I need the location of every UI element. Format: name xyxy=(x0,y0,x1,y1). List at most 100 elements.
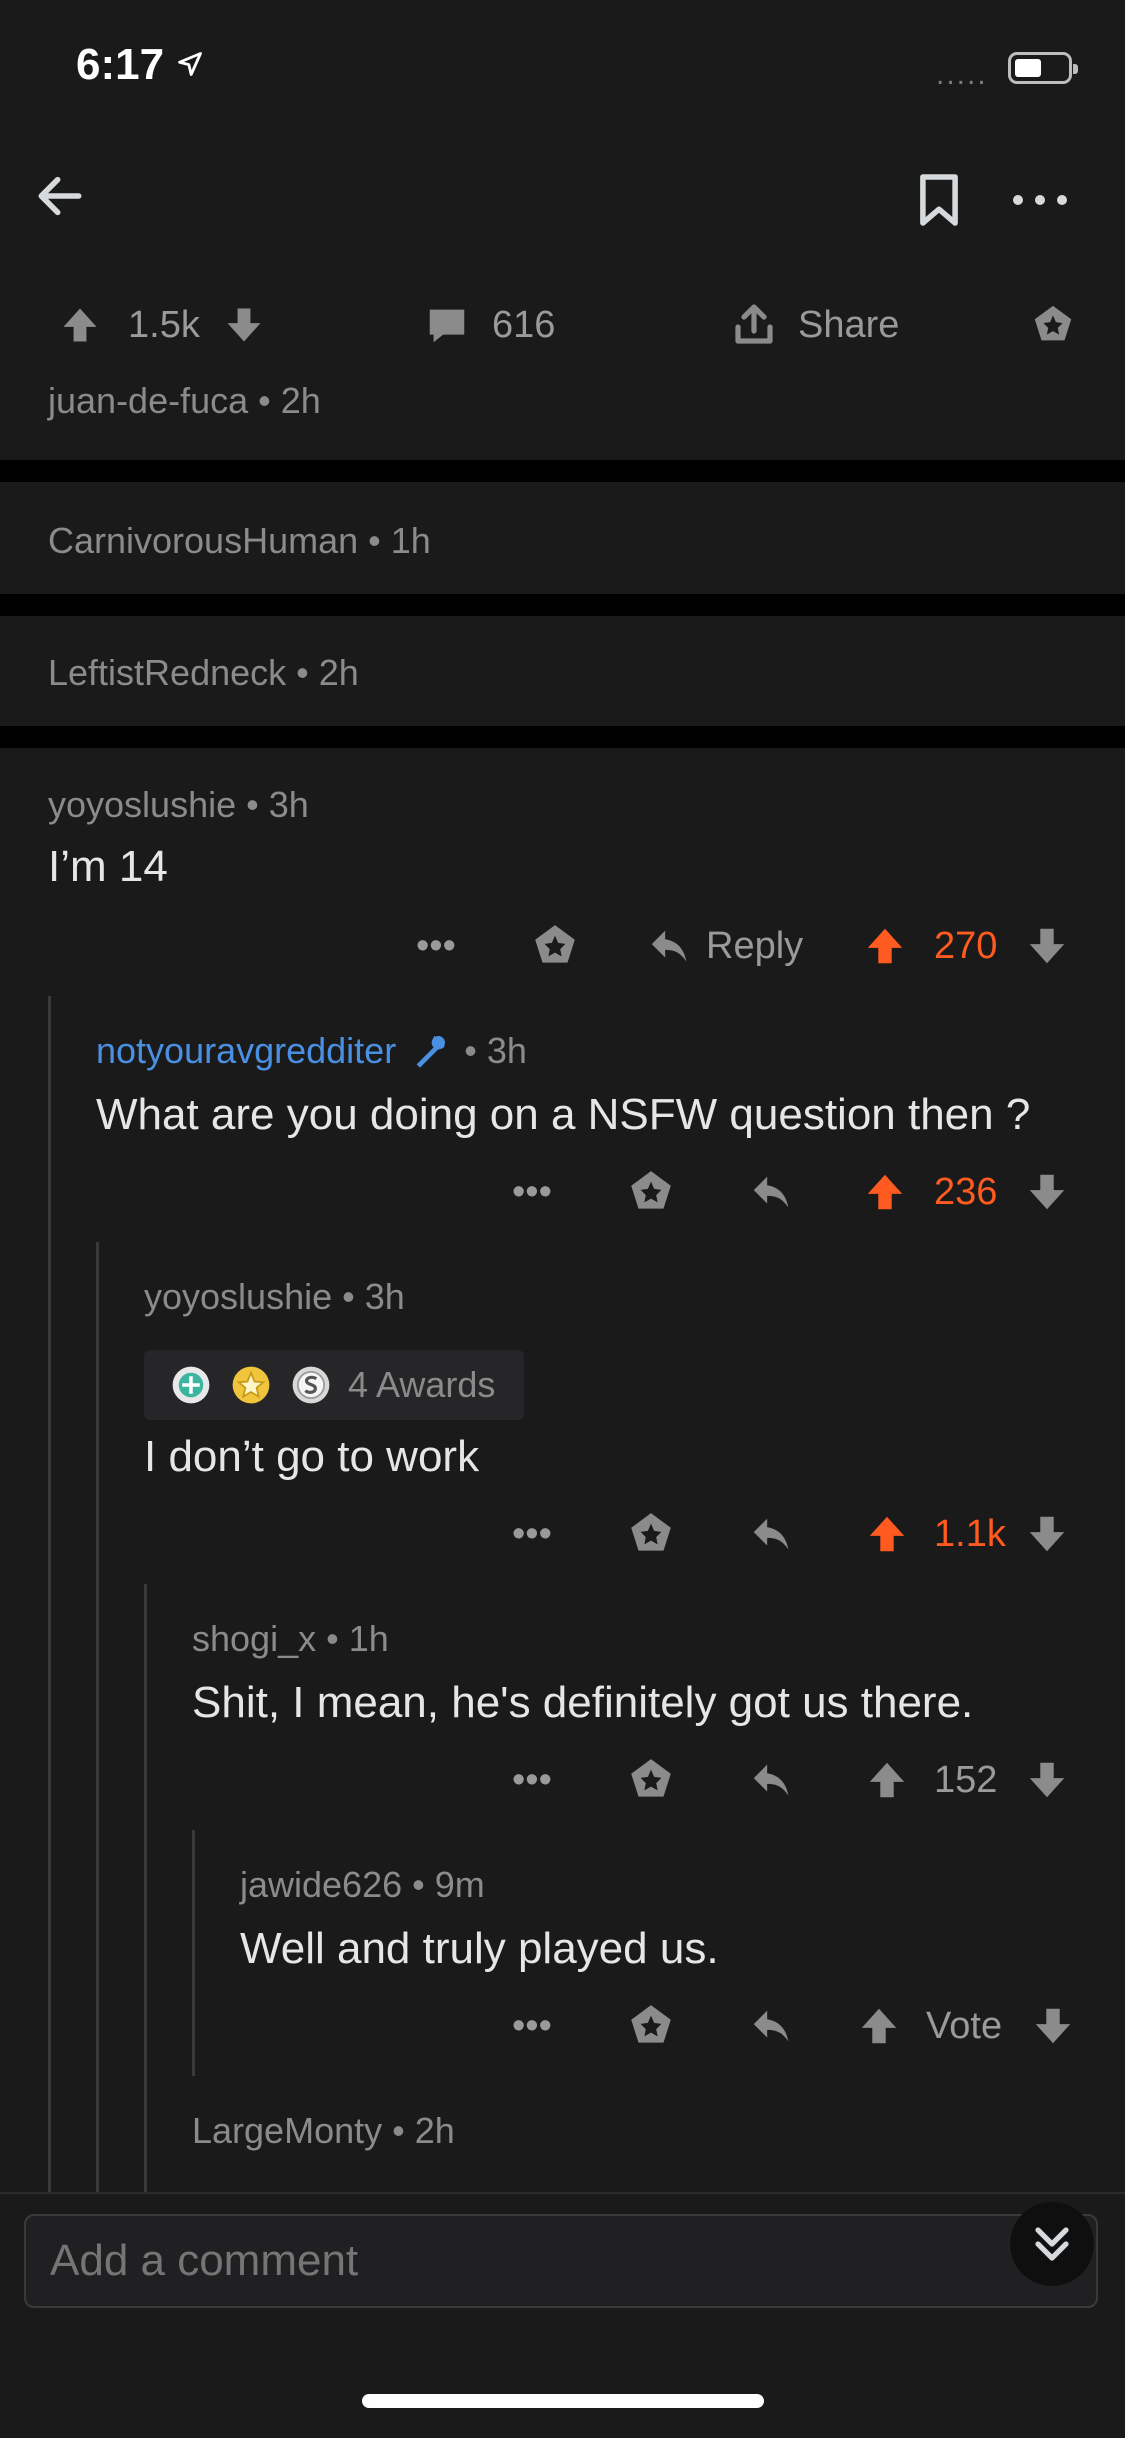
author-name: notyouravgredditer xyxy=(96,1030,397,1071)
comment-downvote-button[interactable] xyxy=(1024,1740,1070,1820)
comment-score: 270 xyxy=(934,924,998,967)
comment-author-meta[interactable]: jawide626 • 9m xyxy=(240,1864,485,1906)
reply-button[interactable]: Reply xyxy=(646,906,803,986)
comment-more-button[interactable]: ••• xyxy=(512,1494,552,1574)
helpful-award-icon xyxy=(172,1366,210,1404)
post-action-bar: 1.5k 616 Share xyxy=(0,280,1125,370)
comment-body: I’m 14 xyxy=(48,842,168,891)
comment-actions: ••• Vote xyxy=(0,1986,1125,2066)
reply-label: Reply xyxy=(706,924,804,967)
comment-upvote-button[interactable] xyxy=(862,1152,908,1232)
more-horizontal-icon xyxy=(1013,195,1067,205)
wrench-flair-icon xyxy=(416,1036,446,1068)
battery-icon xyxy=(1008,52,1078,84)
comment-more-button[interactable]: ••• xyxy=(512,1986,552,2066)
reply-arrow-icon xyxy=(753,1518,789,1550)
reply-button[interactable] xyxy=(748,1986,794,2066)
comment-more-button[interactable]: ••• xyxy=(512,1740,552,1820)
comment-score: 152 xyxy=(934,1758,998,1801)
award-icon xyxy=(535,925,575,963)
post-upvote-button[interactable] xyxy=(58,280,102,370)
comment-downvote-button[interactable] xyxy=(1024,906,1070,986)
downvote-icon xyxy=(1029,1762,1065,1798)
comment-actions: ••• 1.1k xyxy=(0,1494,1125,1574)
comment-count: 616 xyxy=(492,303,556,346)
signal-dots: ..... xyxy=(936,58,988,91)
comment-award-button[interactable] xyxy=(626,1152,676,1232)
post-score: 1.5k xyxy=(128,303,200,346)
upvote-icon xyxy=(869,1762,905,1798)
comment-body: What are you doing on a NSFW question th… xyxy=(96,1090,1031,1139)
comment-upvote-button[interactable] xyxy=(856,1986,902,2066)
status-bar: 6:17 ..... xyxy=(0,0,1125,140)
collapsed-comment[interactable]: LeftistRedneck • 2h xyxy=(0,616,1125,726)
award-icon xyxy=(631,2005,671,2043)
comment-time: • 3h xyxy=(464,1030,527,1071)
downvote-icon xyxy=(1035,2008,1071,2044)
reply-button[interactable] xyxy=(748,1494,794,1574)
add-comment-input[interactable] xyxy=(24,2214,1098,2308)
comment-downvote-button[interactable] xyxy=(1030,1986,1076,2066)
upvote-icon xyxy=(861,2008,897,2044)
upvote-icon xyxy=(867,1174,903,1210)
reply-button[interactable] xyxy=(748,1740,794,1820)
comment-more-button[interactable]: ••• xyxy=(416,906,456,986)
save-button[interactable] xyxy=(904,164,974,236)
location-arrow-icon xyxy=(178,52,202,76)
comment-award-button[interactable] xyxy=(626,1986,676,2066)
comment-author-meta[interactable]: notyouravgredditer • 3h xyxy=(96,1030,527,1072)
gold-award-icon xyxy=(232,1366,270,1404)
award-icon xyxy=(631,1759,671,1797)
reply-button[interactable] xyxy=(748,1152,794,1232)
reply-arrow-icon xyxy=(753,1764,789,1796)
back-button[interactable] xyxy=(24,160,96,232)
status-time: 6:17 xyxy=(76,40,165,89)
comment-upvote-button[interactable] xyxy=(862,906,908,986)
comment-downvote-button[interactable] xyxy=(1024,1494,1070,1574)
comment-author-meta[interactable]: shogi_x • 1h xyxy=(192,1618,389,1660)
back-arrow-icon xyxy=(38,176,82,216)
comment-actions: ••• Reply 270 xyxy=(0,906,1125,986)
award-icon xyxy=(631,1513,671,1551)
nav-bar xyxy=(0,140,1125,260)
next-comment-button[interactable] xyxy=(1010,2202,1094,2286)
award-button[interactable] xyxy=(1030,280,1076,370)
comment-actions: ••• 152 xyxy=(0,1740,1125,1820)
share-icon xyxy=(735,304,773,344)
comment-award-button[interactable] xyxy=(626,1740,676,1820)
post-author-meta[interactable]: juan-de-fuca • 2h xyxy=(48,380,321,422)
comment-body: Well and truly played us. xyxy=(240,1924,719,1973)
more-options-button[interactable] xyxy=(1004,164,1076,236)
post-downvote-button[interactable] xyxy=(222,280,266,370)
downvote-icon xyxy=(1029,1516,1065,1552)
comment-more-button[interactable]: ••• xyxy=(512,1152,552,1232)
comment-award-button[interactable] xyxy=(626,1494,676,1574)
comments-button[interactable]: 616 xyxy=(424,280,555,370)
reply-arrow-icon xyxy=(753,1176,789,1208)
thread-line[interactable] xyxy=(144,1584,147,2192)
divider xyxy=(0,594,1125,616)
divider xyxy=(0,726,1125,748)
comment-upvote-button[interactable] xyxy=(864,1494,910,1574)
upvote-icon xyxy=(869,1516,905,1552)
double-chevron-down-icon xyxy=(1035,2227,1069,2261)
comment-author-meta[interactable]: yoyoslushie • 3h xyxy=(144,1276,405,1318)
collapsed-comment-meta: LeftistRedneck • 2h xyxy=(48,652,359,693)
comment-author-meta[interactable]: LargeMonty • 2h xyxy=(192,2110,455,2152)
collapsed-comment[interactable]: CarnivorousHuman • 1h xyxy=(0,484,1125,594)
share-button[interactable]: Share xyxy=(730,280,899,370)
reply-arrow-icon xyxy=(651,930,687,962)
awards-badge[interactable]: 4 Awards xyxy=(144,1350,524,1420)
comment-upvote-button[interactable] xyxy=(864,1740,910,1820)
home-indicator xyxy=(362,2394,764,2408)
comment-vote-label: Vote xyxy=(926,2004,1003,2047)
comment-author-meta[interactable]: yoyoslushie • 3h xyxy=(48,784,309,826)
share-label: Share xyxy=(798,303,900,346)
comment-downvote-button[interactable] xyxy=(1024,1152,1070,1232)
comment-actions: ••• 236 xyxy=(0,1152,1125,1232)
comment-body: Shit, I mean, he's definitely got us the… xyxy=(192,1678,974,1727)
upvote-icon xyxy=(63,308,97,342)
comment-award-button[interactable] xyxy=(530,906,580,986)
reply-arrow-icon xyxy=(753,2010,789,2042)
award-icon xyxy=(1034,305,1072,341)
